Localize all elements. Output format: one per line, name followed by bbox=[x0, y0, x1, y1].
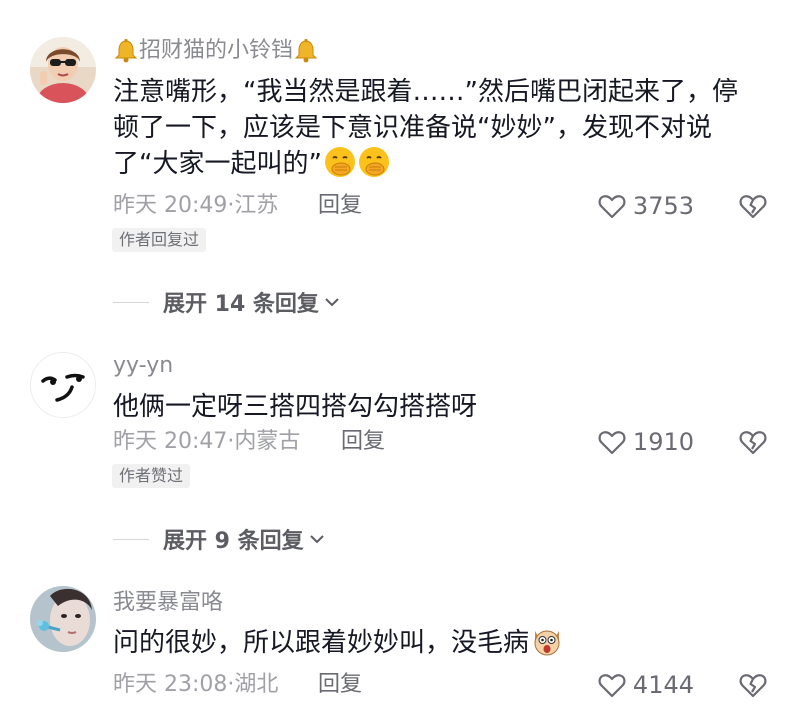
like-button[interactable]: 3753 bbox=[597, 191, 694, 221]
hand-over-mouth-emoji bbox=[324, 146, 356, 178]
expand-replies-label: 展开 9 条回复 bbox=[163, 529, 304, 554]
heart-icon bbox=[597, 670, 627, 700]
dislike-button[interactable] bbox=[738, 427, 768, 457]
comment-text: 问的很妙，所以跟着妙妙叫，没毛病 bbox=[113, 625, 763, 661]
comment-time-location: 昨天 20:49·江苏 bbox=[113, 193, 279, 218]
comment-text-content: 他俩一定呀三搭四搭勾勾搭搭呀 bbox=[113, 392, 478, 422]
like-count: 1910 bbox=[632, 428, 694, 456]
bell-icon bbox=[293, 38, 319, 64]
heart-icon bbox=[597, 191, 627, 221]
reply-button[interactable]: 回复 bbox=[341, 427, 385, 457]
reply-button[interactable]: 回复 bbox=[318, 670, 362, 700]
chevron-down-icon bbox=[321, 291, 343, 313]
comment-item: yy-yn 他俩一定呀三搭四搭勾勾搭搭呀 昨天 20:47·内蒙古 回复 191… bbox=[0, 340, 800, 500]
comment-text-content: 注意嘴形，“我当然是跟着……”然后嘴巴闭起来了，停顿了一下，应该是下意识准备说“… bbox=[113, 77, 738, 179]
like-count: 3753 bbox=[632, 192, 694, 220]
avatar[interactable] bbox=[30, 37, 96, 103]
hand-over-mouth-emoji bbox=[358, 146, 390, 178]
avatar[interactable] bbox=[30, 586, 96, 652]
dislike-button[interactable] bbox=[738, 191, 768, 221]
comment-time-location: 昨天 23:08·湖北 bbox=[113, 672, 279, 697]
expand-replies-button[interactable]: 展开 14 条回复 bbox=[113, 287, 343, 317]
comment-text-content: 问的很妙，所以跟着妙妙叫，没毛病 bbox=[113, 628, 530, 658]
username[interactable]: 我要暴富咯 bbox=[113, 589, 223, 617]
username-text: 招财猫的小铃铛 bbox=[139, 38, 294, 63]
expand-replies-button[interactable]: 展开 9 条回复 bbox=[113, 524, 328, 554]
comment-item: 我要暴富咯 问的很妙，所以跟着妙妙叫，没毛病 昨天 23:08·湖北 回复 41… bbox=[0, 576, 800, 716]
bell-icon bbox=[113, 38, 139, 64]
comment-time-location: 昨天 20:47·内蒙古 bbox=[113, 429, 301, 454]
dislike-button[interactable] bbox=[738, 670, 768, 700]
shocked-dog-emoji bbox=[531, 625, 563, 657]
divider-line bbox=[113, 538, 149, 540]
username[interactable]: yy-yn bbox=[113, 352, 173, 380]
chevron-down-icon bbox=[306, 528, 328, 550]
broken-heart-icon bbox=[739, 195, 767, 219]
broken-heart-icon bbox=[739, 674, 767, 698]
like-button[interactable]: 1910 bbox=[597, 427, 694, 457]
expand-replies-label: 展开 14 条回复 bbox=[163, 292, 319, 317]
like-count: 4144 bbox=[632, 671, 694, 699]
comment-text: 他俩一定呀三搭四搭勾勾搭搭呀 bbox=[113, 389, 763, 425]
like-button[interactable]: 4144 bbox=[597, 670, 694, 700]
author-badge: 作者赞过 bbox=[112, 464, 191, 488]
divider-line bbox=[113, 301, 149, 303]
comment-text: 注意嘴形，“我当然是跟着……”然后嘴巴闭起来了，停顿了一下，应该是下意识准备说“… bbox=[113, 74, 763, 182]
heart-icon bbox=[597, 427, 627, 457]
broken-heart-icon bbox=[739, 431, 767, 455]
username[interactable]: 招财猫的小铃铛 bbox=[113, 37, 319, 65]
comment-item: 招财猫的小铃铛 注意嘴形，“我当然是跟着……”然后嘴巴闭起来了，停顿了一下，应该… bbox=[0, 0, 800, 270]
author-badge: 作者回复过 bbox=[112, 228, 207, 252]
reply-button[interactable]: 回复 bbox=[318, 191, 362, 221]
avatar[interactable] bbox=[30, 352, 96, 418]
